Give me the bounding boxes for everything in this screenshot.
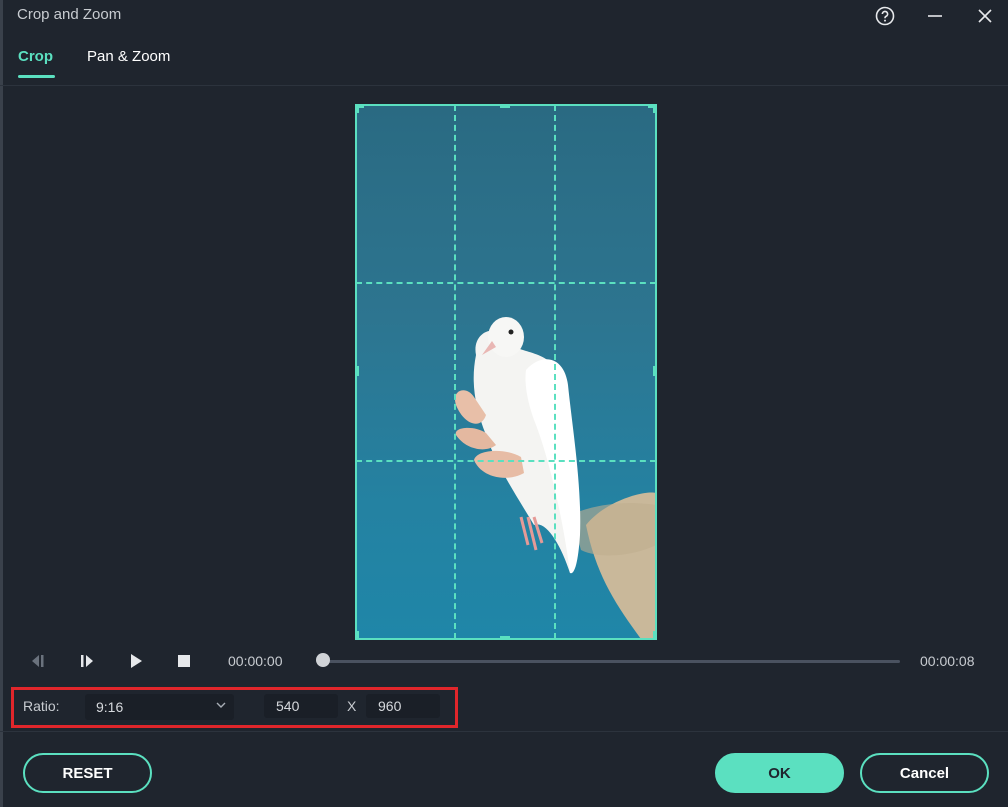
help-icon[interactable] [873,4,897,28]
ratio-label: Ratio: [23,698,60,714]
title-bar: Crop and Zoom [0,0,1008,32]
ratio-dropdown[interactable]: 9:16 [85,694,234,720]
close-icon[interactable] [973,4,997,28]
timeline-track[interactable] [323,660,900,663]
play-icon[interactable] [126,651,146,671]
timeline-scrubber[interactable] [316,653,330,667]
crop-handle-left[interactable] [355,366,359,376]
minimize-icon[interactable] [923,4,947,28]
crop-handle-top-right[interactable] [653,104,657,113]
tab-bar: Crop Pan & Zoom [0,40,1008,86]
footer-divider [0,731,1008,732]
crop-frame[interactable] [355,104,657,640]
ok-button[interactable]: OK [715,753,844,793]
cancel-button[interactable]: Cancel [860,753,989,793]
window-title: Crop and Zoom [17,6,122,23]
prev-frame-icon[interactable] [28,651,48,671]
crop-handle-top-left[interactable] [355,104,359,113]
current-time: 00:00:00 [228,653,283,669]
crop-handle-bottom-right[interactable] [653,631,657,640]
ratio-selected-value: 9:16 [96,699,124,715]
dimension-separator: X [347,698,357,714]
tab-pan-zoom[interactable]: Pan & Zoom [87,48,170,65]
chevron-down-icon [216,702,226,708]
tab-crop[interactable]: Crop [18,48,55,78]
crop-handle-bottom-left[interactable] [355,631,359,640]
total-time: 00:00:08 [920,653,975,669]
next-frame-icon[interactable] [77,651,97,671]
crop-handle-right[interactable] [653,366,657,376]
reset-button[interactable]: RESET [23,753,152,793]
window-edge [0,0,3,807]
stop-icon[interactable] [174,651,194,671]
height-input[interactable] [366,694,440,718]
width-input[interactable] [264,694,338,718]
crop-handle-top[interactable] [500,104,510,108]
playback-controls: 00:00:00 00:00:08 [0,648,1008,674]
crop-handle-bottom[interactable] [500,636,510,640]
